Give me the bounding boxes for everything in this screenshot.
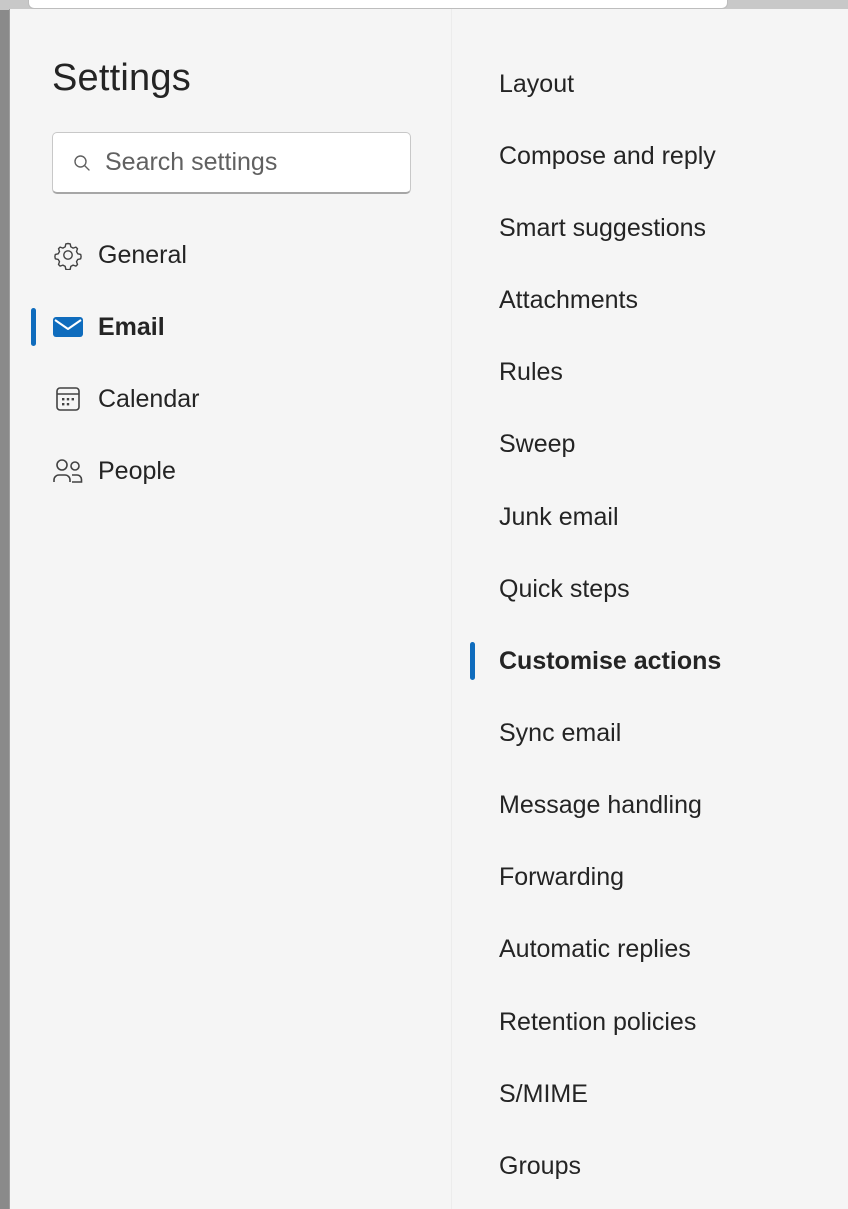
nav-item-label: General (98, 240, 187, 269)
calendar-icon (52, 383, 84, 415)
mail-icon (52, 311, 84, 343)
nav-item-email[interactable]: Email (52, 303, 432, 351)
page-title: Settings (52, 57, 191, 99)
section-smart-suggestions[interactable]: Smart suggestions (499, 206, 829, 250)
settings-nav-pane: Settings General (10, 9, 452, 1209)
search-input[interactable] (105, 148, 385, 177)
section-active-indicator (470, 642, 475, 680)
section-customise-actions[interactable]: Customise actions (499, 639, 829, 683)
section-attachments[interactable]: Attachments (499, 278, 829, 322)
search-icon (74, 154, 90, 171)
nav-item-people[interactable]: People (52, 447, 432, 495)
nav-active-indicator (31, 308, 36, 346)
search-box[interactable] (52, 132, 411, 194)
background-search-bar (28, 0, 728, 9)
section-message-handling[interactable]: Message handling (499, 783, 829, 827)
section-retention-policies[interactable]: Retention policies (499, 1000, 829, 1044)
section-rules[interactable]: Rules (499, 350, 829, 394)
settings-dialog: Settings General (9, 9, 848, 1209)
section-automatic-replies[interactable]: Automatic replies (499, 927, 829, 971)
nav-item-label: Email (98, 312, 165, 341)
nav-item-label: Calendar (98, 384, 200, 413)
section-forwarding[interactable]: Forwarding (499, 855, 829, 899)
section-junk-email[interactable]: Junk email (499, 495, 829, 539)
email-settings-pane: Layout Compose and reply Smart suggestio… (452, 9, 848, 1209)
nav-item-label: People (98, 456, 176, 485)
section-smime[interactable]: S/MIME (499, 1072, 829, 1116)
gear-icon (52, 239, 84, 271)
people-icon (52, 455, 84, 487)
section-quick-steps[interactable]: Quick steps (499, 567, 829, 611)
section-layout[interactable]: Layout (499, 62, 829, 106)
nav-item-calendar[interactable]: Calendar (52, 375, 432, 423)
section-groups[interactable]: Groups (499, 1144, 829, 1188)
section-sweep[interactable]: Sweep (499, 422, 829, 466)
nav-item-general[interactable]: General (52, 231, 432, 279)
section-sync-email[interactable]: Sync email (499, 711, 829, 755)
section-compose-and-reply[interactable]: Compose and reply (499, 134, 829, 178)
